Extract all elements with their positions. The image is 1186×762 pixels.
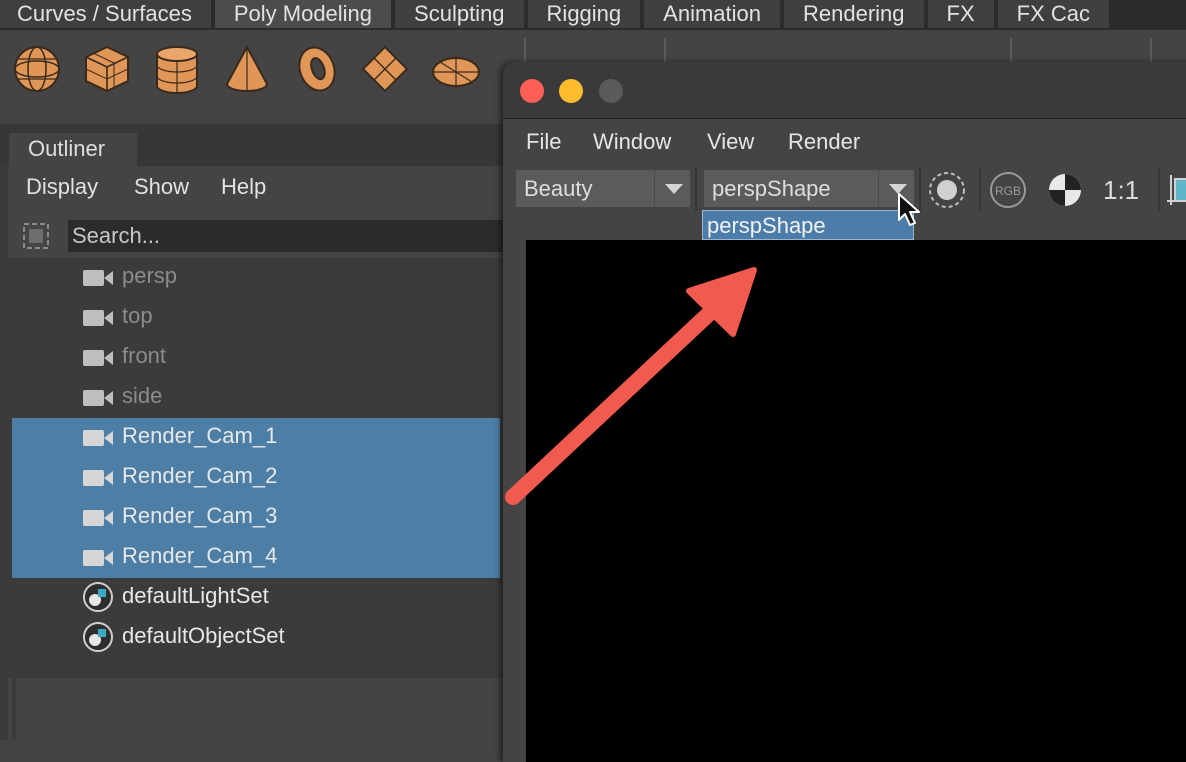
outliner-tab-bar: Outliner xyxy=(0,124,503,166)
menu-render[interactable]: Render xyxy=(788,129,860,155)
outliner-item[interactable]: Render_Cam_1 xyxy=(12,418,500,458)
camera-icon xyxy=(82,389,114,412)
render-view-window: File Window View Render Beauty perspShap… xyxy=(503,62,1186,762)
shelf-tab[interactable]: Rigging xyxy=(527,0,641,28)
outliner-item[interactable]: side xyxy=(12,378,500,418)
outliner-item-label: front xyxy=(122,343,167,368)
camera-combo[interactable]: perspShape xyxy=(704,170,914,207)
render-pass-value: Beauty xyxy=(524,176,593,201)
poly-torus-icon[interactable] xyxy=(292,44,342,94)
shelf-tab[interactable]: FX xyxy=(927,0,994,28)
menu-help[interactable]: Help xyxy=(221,174,266,200)
menu-display[interactable]: Display xyxy=(26,174,98,200)
shelf-tab[interactable]: Animation xyxy=(644,0,780,28)
outliner-scrollbar[interactable] xyxy=(12,678,16,740)
camera-icon xyxy=(82,309,114,332)
poly-cone-icon[interactable] xyxy=(222,44,272,94)
outliner-item-label: Render_Cam_1 xyxy=(122,423,278,448)
close-button[interactable] xyxy=(520,79,544,103)
outliner-item-label: defaultObjectSet xyxy=(122,623,285,648)
camera-icon xyxy=(82,429,114,452)
set-icon xyxy=(82,582,114,618)
filter-icon[interactable] xyxy=(20,220,52,252)
rgb-channel-icon[interactable]: RGB xyxy=(988,170,1028,210)
poly-cylinder-icon[interactable] xyxy=(152,44,202,96)
outliner-item[interactable]: top xyxy=(12,298,500,338)
alpha-channel-icon[interactable] xyxy=(1047,172,1083,208)
poly-disc-icon[interactable] xyxy=(430,54,482,90)
outliner-item[interactable]: Render_Cam_4 xyxy=(12,538,500,578)
minimize-button[interactable] xyxy=(559,79,583,103)
toolbar-separator xyxy=(695,167,697,211)
camera-icon xyxy=(82,549,114,572)
outliner-item-label: defaultLightSet xyxy=(122,583,269,608)
outliner-item[interactable]: defaultLightSet xyxy=(12,578,500,618)
outliner-panel: Outliner Display Show Help persp top front… xyxy=(0,124,508,740)
menu-window[interactable]: Window xyxy=(593,129,671,155)
outliner-search-row xyxy=(8,214,508,258)
camera-icon xyxy=(82,269,114,292)
outliner-item[interactable]: persp xyxy=(12,258,500,298)
shelf-tab[interactable]: Sculpting xyxy=(395,0,524,28)
menu-view[interactable]: View xyxy=(707,129,754,155)
mouse-cursor-icon xyxy=(898,193,920,226)
zoom-button[interactable] xyxy=(599,79,623,103)
rgb-label: RGB xyxy=(995,184,1021,198)
outliner-item[interactable]: front xyxy=(12,338,500,378)
render-image-canvas[interactable] xyxy=(526,240,1186,762)
poly-cube-icon[interactable] xyxy=(82,44,132,94)
outliner-tab[interactable]: Outliner xyxy=(9,133,137,166)
outliner-item-label: Render_Cam_4 xyxy=(122,543,278,568)
poly-plane-icon[interactable] xyxy=(360,44,410,94)
camera-value: perspShape xyxy=(712,176,831,201)
shelf-tab[interactable]: Rendering xyxy=(784,0,924,28)
camera-dropdown-list: perspShape xyxy=(702,210,914,240)
outliner-menu-bar: Display Show Help xyxy=(8,166,503,214)
render-view-menu-bar: File Window View Render xyxy=(503,119,1186,161)
outliner-item[interactable]: Render_Cam_2 xyxy=(12,458,500,498)
shelf-tab[interactable]: Curves / Surfaces xyxy=(0,0,211,28)
real-size-button[interactable]: 1:1 xyxy=(1103,175,1139,206)
menu-show[interactable]: Show xyxy=(134,174,189,200)
search-input[interactable] xyxy=(68,220,508,252)
chevron-down-icon[interactable] xyxy=(654,170,690,207)
toolbar-separator xyxy=(979,167,981,211)
outliner-item-label: Render_Cam_3 xyxy=(122,503,278,528)
poly-sphere-icon[interactable] xyxy=(12,44,62,94)
set-icon xyxy=(82,622,114,658)
dropdown-item-perspshape[interactable]: perspShape xyxy=(707,213,826,239)
camera-icon xyxy=(82,509,114,532)
shelf-tab-bar: Curves / Surfaces Poly Modeling Sculpting R… xyxy=(0,0,1186,30)
shelf-tab[interactable]: FX Cac xyxy=(997,0,1109,28)
outliner-item-label: top xyxy=(122,303,153,328)
camera-icon xyxy=(82,349,114,372)
render-pass-combo[interactable]: Beauty xyxy=(516,170,690,207)
outliner-item-label: side xyxy=(122,383,163,408)
outliner-item[interactable]: Render_Cam_3 xyxy=(12,498,500,538)
outliner-item[interactable]: defaultObjectSet xyxy=(12,618,500,658)
window-titlebar[interactable] xyxy=(503,62,1186,119)
outliner-item-list: persp top front side Render_Cam_1 Render_Cam_… xyxy=(12,258,500,678)
camera-icon xyxy=(82,469,114,492)
frame-region-icon[interactable] xyxy=(1165,171,1186,209)
outliner-item-label: Render_Cam_2 xyxy=(122,463,278,488)
shelf-tab[interactable]: Poly Modeling xyxy=(214,0,392,28)
outliner-footer xyxy=(8,678,503,740)
outliner-item-label: persp xyxy=(122,263,178,288)
menu-file[interactable]: File xyxy=(526,129,561,155)
snapshot-icon[interactable] xyxy=(927,170,967,210)
toolbar-separator xyxy=(1158,167,1160,211)
